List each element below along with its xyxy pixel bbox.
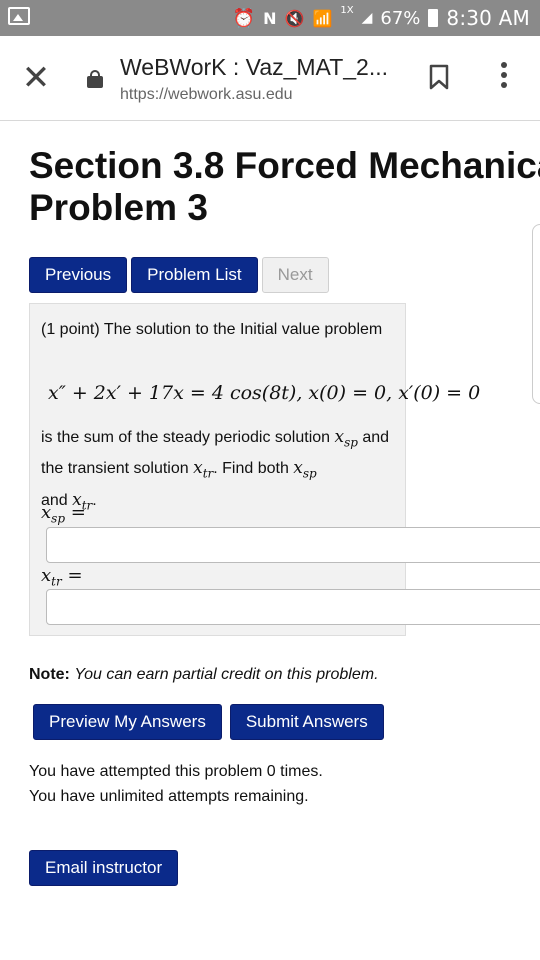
problem-statement: is the sum of the steady periodic soluti… bbox=[41, 427, 390, 513]
side-panel-edge bbox=[532, 224, 540, 404]
xtr-answer-input[interactable] bbox=[46, 589, 540, 625]
alarm-icon: ⏰ bbox=[232, 7, 256, 29]
mute-icon: 🔇 bbox=[284, 8, 305, 28]
bookmark-icon[interactable] bbox=[429, 64, 449, 90]
page-title-line1: Section 3.8 Forced Mechanica bbox=[29, 145, 540, 186]
page-title: Section 3.8 Forced Mechanica Problem 3 bbox=[29, 145, 540, 229]
problem-list-button[interactable]: Problem List bbox=[131, 257, 258, 293]
clock: 8:30 AM bbox=[446, 6, 530, 30]
page-content: Section 3.8 Forced Mechanica Problem 3 P… bbox=[0, 121, 540, 960]
var-xsp: xsp bbox=[334, 427, 358, 450]
statement-part-1: is the sum of the steady periodic soluti… bbox=[41, 429, 335, 446]
lock-icon[interactable] bbox=[86, 70, 104, 88]
battery-icon bbox=[428, 9, 439, 27]
problem-equation: x″ + 2x′ + 17x = 4 cos(8t), x(0) = 0, x′… bbox=[48, 382, 481, 404]
browser-toolbar: ✕ WeBWorK : Vaz_MAT_2... https://webwork… bbox=[0, 36, 540, 121]
note-text: You can earn partial credit on this prob… bbox=[74, 666, 379, 683]
attempts-count: You have attempted this problem 0 times. bbox=[29, 763, 323, 780]
attempts-remaining: You have unlimited attempts remaining. bbox=[29, 788, 309, 805]
next-button: Next bbox=[261, 257, 329, 293]
xtr-label: xtr = bbox=[41, 565, 83, 589]
previous-button[interactable]: Previous bbox=[29, 257, 128, 293]
image-notification-icon bbox=[8, 7, 30, 25]
close-icon[interactable]: ✕ bbox=[18, 60, 54, 96]
problem-navigation: Previous Problem List Next bbox=[29, 257, 329, 293]
problem-box: (1 point) The solution to the Initial va… bbox=[29, 303, 540, 636]
attempts-info: You have attempted this problem 0 times.… bbox=[29, 759, 323, 809]
status-icons: ⏰ N 🔇 📶 1X ◢ 67% 8:30 AM bbox=[232, 4, 530, 31]
var-xsp-2: xsp bbox=[293, 458, 317, 481]
overflow-menu-icon[interactable] bbox=[496, 62, 512, 92]
submit-answers-button[interactable]: Submit Answers bbox=[229, 704, 384, 740]
email-instructor-button[interactable]: Email instructor bbox=[29, 850, 179, 886]
statement-part-3: . Find both bbox=[213, 460, 294, 478]
address-url[interactable]: https://webwork.asu.edu bbox=[120, 86, 293, 104]
preview-answers-button[interactable]: Preview My Answers bbox=[33, 704, 222, 740]
problem-intro: (1 point) The solution to the Initial va… bbox=[41, 321, 383, 338]
battery-percent: 67% bbox=[380, 7, 421, 29]
signal-icon: ◢ bbox=[361, 10, 373, 26]
signal-type-label: 1X bbox=[340, 4, 354, 16]
wifi-icon: 📶 bbox=[312, 8, 333, 28]
var-xtr: xtr bbox=[193, 458, 214, 481]
page-title-line2: Problem 3 bbox=[29, 187, 208, 228]
answer-actions: Preview My Answers Submit Answers bbox=[33, 704, 384, 740]
note-label: Note: bbox=[29, 666, 70, 683]
nfc-icon: N bbox=[263, 8, 277, 28]
partial-credit-note: Note: You can earn partial credit on thi… bbox=[29, 666, 379, 684]
tab-title[interactable]: WeBWorK : Vaz_MAT_2... bbox=[120, 54, 388, 81]
status-bar: ⏰ N 🔇 📶 1X ◢ 67% 8:30 AM bbox=[0, 0, 540, 36]
xsp-label: xsp = bbox=[41, 502, 86, 526]
xsp-answer-input[interactable] bbox=[46, 527, 540, 563]
